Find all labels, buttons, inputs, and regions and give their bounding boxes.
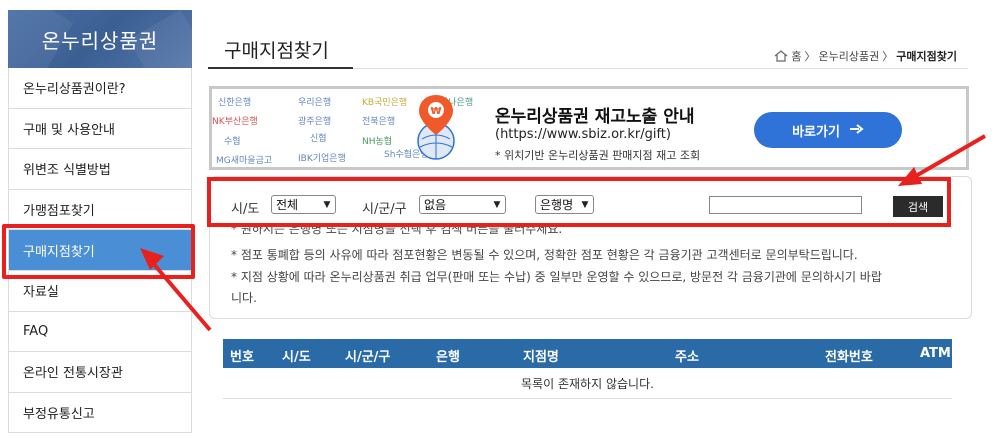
bank-logo: 신협 [310,134,327,144]
column-header: 번호 [230,350,254,365]
go-button[interactable]: 바로가기 [754,112,902,148]
chevron-down-icon: ▼ [493,199,501,210]
svg-text:₩: ₩ [430,106,441,117]
search-note: * 지점 상황에 따라 온누리상품권 취급 업무(판매 또는 수납) 중 일부만… [231,270,882,284]
bank-logo: NH농협 [362,137,393,147]
breadcrumb-section[interactable]: 온누리상품권 [819,48,880,64]
sidebar-item-counterfeit[interactable]: 위변조 식별방법 [8,149,192,190]
sidebar-item-resources[interactable]: 자료실 [8,270,192,312]
bank-select-value: 은행명 [540,198,574,212]
bank-logo: 광주은행 [298,117,332,127]
column-header: ATM [920,346,951,361]
bank-logo: 신한은행 [218,98,252,108]
breadcrumb-home[interactable]: 홈 [791,48,801,64]
sigungu-select[interactable]: 없음 ▼ [419,195,506,214]
column-header: 전화번호 [825,350,873,365]
chevron-down-icon: ▼ [323,199,331,210]
breadcrumb-current: 구매지점찾기 [896,50,957,63]
location-pin-icon: ₩ [417,95,455,160]
sidebar-item-purchase-branch[interactable]: 구매지점찾기 [8,230,192,271]
sido-label: 시/도 [231,202,260,217]
search-note: * 점포 통폐합 등의 사유에 따라 점포현황은 변동될 수 있으며, 정확한 … [231,248,858,262]
home-icon[interactable] [774,50,788,62]
bank-logo: 우리은행 [298,98,332,108]
empty-message: 목록이 존재하지 않습니다. [223,368,952,399]
results-table-header: 번호 시/도 시/군/구 은행 지점명 주소 전화번호 ATM [223,339,952,368]
stock-banner[interactable]: 신한은행 우리은행 KB국민은행 하나은행 NK부산은행 광주은행 전북은행 수… [209,86,969,170]
bank-logo: 수협 [224,137,241,147]
go-button-label: 바로가기 [792,124,840,140]
sidebar-item-merchants[interactable]: 가맹점포찾기 [8,189,192,231]
column-header: 시/도 [282,350,311,365]
sidebar-item-about[interactable]: 온누리상품권이란? [8,68,192,109]
bank-logo: IBK기업은행 [298,154,346,164]
sidebar-item-faq[interactable]: FAQ [8,311,192,353]
sidebar-item-purchase-guide[interactable]: 구매 및 사용안내 [8,108,192,150]
sigungu-select-value: 없음 [424,198,447,212]
sidebar-item-online-market[interactable]: 온라인 전통시장관 [8,352,192,393]
bank-logo: NK부산은행 [212,117,258,127]
banner-title: 온누리상품권 재고노출 안내 [495,107,695,127]
chevron-down-icon: ▼ [581,199,589,210]
sidebar-item-report[interactable]: 부정유통신고 [8,392,192,434]
sido-select[interactable]: 전체 ▼ [271,195,336,214]
banner-note: * 위치기반 온누리상품권 판매지점 재고 조회 [495,149,701,162]
column-header: 은행 [436,350,460,365]
column-header: 주소 [675,350,699,365]
keyword-input[interactable] [709,196,862,214]
title-underline [208,67,353,69]
bank-logo: 전북은행 [362,117,396,127]
sidebar: 온누리상품권 온누리상품권이란? 구매 및 사용안내 위변조 식별방법 가맹점포… [8,10,192,434]
arrow-right-icon [849,123,864,138]
search-note: 니다. [231,291,257,305]
sigungu-label: 시/군/구 [362,202,407,217]
breadcrumb-separator: 〉 [804,50,816,63]
search-button[interactable]: 검색 [893,196,943,217]
bank-logo: MG새마을금고 [216,156,273,166]
column-header: 시/군/구 [345,350,391,365]
breadcrumb: 홈 〉 온누리상품권 〉 구매지점찾기 [774,48,957,64]
bank-logo: KB국민은행 [362,98,408,108]
sidebar-title: 온누리상품권 [8,10,192,68]
column-header: 지점명 [523,350,559,365]
banner-url[interactable]: (https://www.sbiz.or.kr/gift) [495,127,671,142]
breadcrumb-separator: 〉 [882,50,894,63]
page-title: 구매지점찾기 [224,40,329,62]
bank-select[interactable]: 은행명 ▼ [535,195,594,214]
sido-select-value: 전체 [276,198,299,212]
